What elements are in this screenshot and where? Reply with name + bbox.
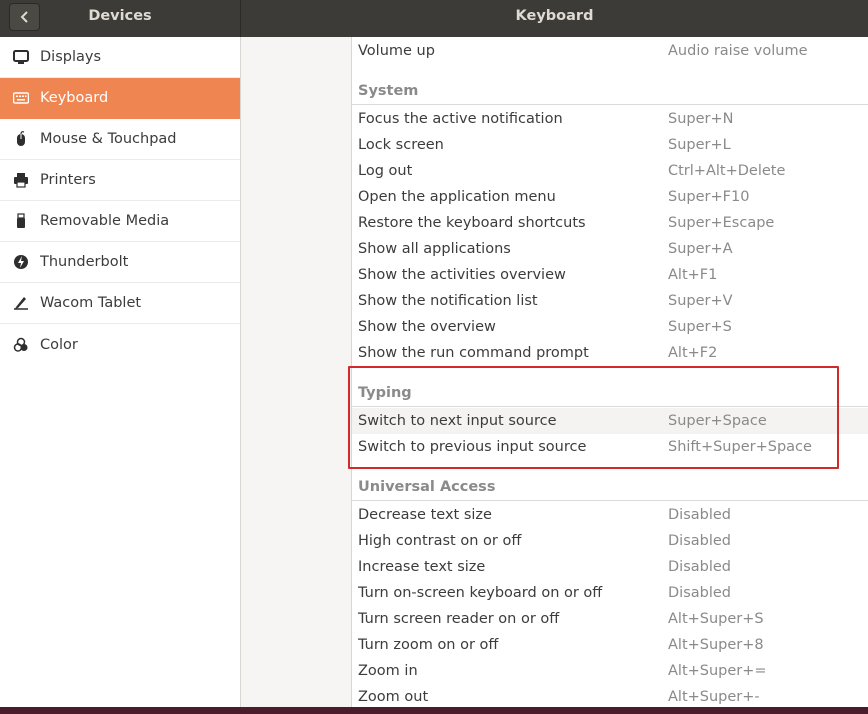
sidebar-item-label: Color (40, 336, 78, 353)
shortcut-name: Turn screen reader on or off (358, 611, 560, 627)
shortcut-name: Focus the active notification (358, 111, 563, 127)
shortcut-accel: Super+F10 (668, 189, 750, 205)
sidebar-item-mouse-touchpad[interactable]: Mouse & Touchpad (0, 119, 240, 160)
typing-highlight-box (348, 366, 839, 469)
shortcut-row[interactable]: Show the activities overview Alt+F1 (352, 262, 868, 288)
sidebar-item-label: Wacom Tablet (40, 295, 142, 311)
keyboard-icon (12, 89, 30, 107)
section-title: System (358, 83, 419, 99)
usb-drive-icon (12, 212, 30, 230)
shortcut-name: Restore the keyboard shortcuts (358, 215, 586, 231)
shortcut-accel: Disabled (668, 559, 731, 575)
sidebar-item-label: Mouse & Touchpad (40, 131, 177, 147)
shortcut-name: Open the application menu (358, 189, 556, 205)
shortcut-accel: Alt+Super+= (668, 663, 767, 679)
sidebar-item-wacom-tablet[interactable]: Wacom Tablet (0, 283, 240, 324)
section-header-system: System (352, 77, 868, 105)
titlebar: Devices Keyboard (0, 0, 868, 37)
window-title: Keyboard (515, 8, 594, 24)
shortcut-accel: Alt+F1 (668, 267, 718, 283)
shortcut-row[interactable]: Zoom in Alt+Super+= (352, 658, 868, 684)
shortcut-row[interactable]: Focus the active notification Super+N (352, 106, 868, 132)
printer-icon (12, 171, 30, 189)
back-button[interactable] (9, 3, 40, 31)
sidebar-item-label: Keyboard (40, 90, 109, 106)
shortcut-accel: Super+V (668, 293, 733, 309)
shortcut-name: Decrease text size (358, 507, 492, 523)
tablet-icon (12, 294, 30, 312)
shortcut-row[interactable]: Turn on-screen keyboard on or off Disable… (352, 580, 868, 606)
section-header-universal-access: Universal Access (352, 473, 868, 501)
shortcut-row[interactable]: Restore the keyboard shortcuts Super+Esca… (352, 210, 868, 236)
sidebar-item-label: Thunderbolt (40, 254, 129, 270)
shortcut-accel: Ctrl+Alt+Delete (668, 163, 786, 179)
shortcut-accel: Alt+Super+8 (668, 637, 764, 653)
shortcut-name: Show the notification list (358, 293, 538, 309)
shortcut-name: Show the activities overview (358, 267, 566, 283)
mouse-icon (12, 130, 30, 148)
color-icon (12, 336, 30, 354)
shortcut-name: Zoom in (358, 663, 418, 679)
desktop-strip (0, 707, 868, 714)
sidebar-item-removable-media[interactable]: Removable Media (0, 201, 240, 242)
shortcut-name: Volume up (358, 43, 435, 59)
shortcut-accel: Alt+F2 (668, 345, 718, 361)
shortcut-accel: Super+Escape (668, 215, 775, 231)
shortcut-name: Show the overview (358, 319, 496, 335)
sidebar-item-color[interactable]: Color (0, 324, 240, 365)
sidebar-item-label: Printers (40, 172, 96, 188)
shortcut-name: High contrast on or off (358, 533, 522, 549)
shortcut-accel: Super+S (668, 319, 732, 335)
sidebar-item-printers[interactable]: Printers (0, 160, 240, 201)
panel-title: Devices (88, 8, 152, 24)
sidebar-item-keyboard[interactable]: Keyboard (0, 78, 240, 119)
shortcut-row[interactable]: Turn zoom on or off Alt+Super+8 (352, 632, 868, 658)
shortcut-name: Turn zoom on or off (358, 637, 499, 653)
display-icon (12, 48, 30, 66)
shortcut-row[interactable]: Lock screen Super+L (352, 132, 868, 158)
shortcut-accel: Super+L (668, 137, 731, 153)
shortcut-name: Increase text size (358, 559, 486, 575)
shortcut-row[interactable]: Show the run command prompt Alt+F2 (352, 340, 868, 366)
shortcut-row[interactable]: Volume up Audio raise volume (352, 38, 868, 64)
sidebar-item-thunderbolt[interactable]: Thunderbolt (0, 242, 240, 283)
shortcut-accel: Disabled (668, 507, 731, 523)
shortcut-name: Turn on-screen keyboard on or off (358, 585, 603, 601)
shortcut-accel: Audio raise volume (668, 43, 808, 59)
sidebar-item-displays[interactable]: Displays (0, 37, 240, 78)
shortcut-name: Log out (358, 163, 413, 179)
section-title: Universal Access (358, 479, 496, 495)
shortcut-accel: Alt+Super+S (668, 611, 764, 627)
shortcut-accel: Super+N (668, 111, 734, 127)
sidebar-item-label: Displays (40, 49, 102, 65)
shortcut-accel: Disabled (668, 533, 731, 549)
shortcut-row[interactable]: High contrast on or off Disabled (352, 528, 868, 554)
shortcut-row[interactable]: Decrease text size Disabled (352, 502, 868, 528)
sidebar: Displays Keyboard Mouse & Touchpad Print… (0, 37, 240, 707)
shortcut-row[interactable]: Open the application menu Super+F10 (352, 184, 868, 210)
shortcut-row[interactable]: Log out Ctrl+Alt+Delete (352, 158, 868, 184)
shortcut-row[interactable]: Show the notification list Super+V (352, 288, 868, 314)
shortcut-name: Show the run command prompt (358, 345, 589, 361)
shortcut-row[interactable]: Increase text size Disabled (352, 554, 868, 580)
chevron-left-icon (20, 11, 28, 23)
thunderbolt-icon (12, 253, 30, 271)
shortcut-accel: Disabled (668, 585, 731, 601)
shortcut-name: Show all applications (358, 241, 511, 257)
shortcut-row[interactable]: Show all applications Super+A (352, 236, 868, 262)
shortcut-accel: Super+A (668, 241, 733, 257)
shortcut-row[interactable]: Turn screen reader on or off Alt+Super+S (352, 606, 868, 632)
sidebar-item-label: Removable Media (40, 213, 170, 229)
shortcut-name: Lock screen (358, 137, 444, 153)
shortcut-row[interactable]: Show the overview Super+S (352, 314, 868, 340)
